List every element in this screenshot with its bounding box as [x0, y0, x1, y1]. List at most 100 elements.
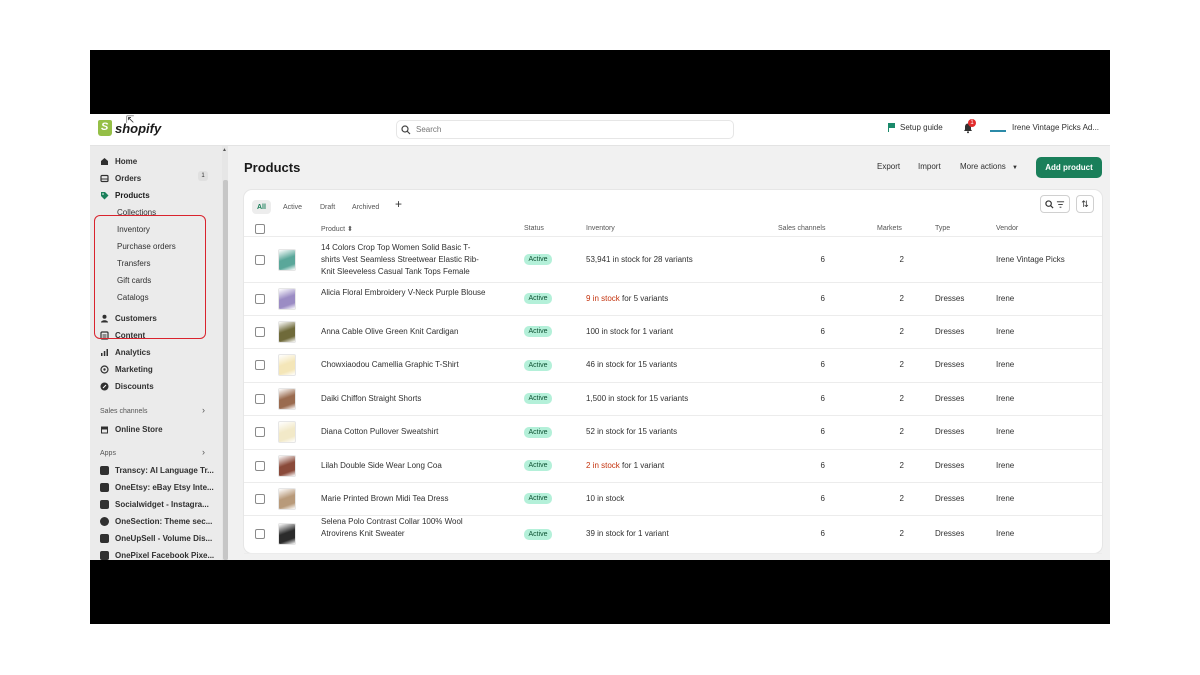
store-icon: [101, 426, 108, 433]
row-checkbox[interactable]: [255, 427, 265, 437]
row-checkbox[interactable]: [255, 529, 265, 539]
import-button[interactable]: Import: [918, 162, 941, 171]
sidebar-item-orders[interactable]: Orders: [100, 171, 141, 185]
product-thumbnail[interactable]: [278, 523, 296, 545]
product-vendor: Irene: [996, 293, 1015, 303]
add-view-icon[interactable]: +: [395, 197, 402, 211]
inventory-text: 39 in stock for 1 variant: [586, 529, 669, 538]
row-checkbox[interactable]: [255, 254, 265, 265]
product-name[interactable]: Alicia Floral Embroidery V-Neck Purple B…: [321, 287, 486, 299]
store-name: Irene Vintage Picks Ad...: [1012, 122, 1100, 132]
row-checkbox[interactable]: [255, 360, 265, 370]
row-checkbox[interactable]: [255, 460, 265, 471]
sidebar-item-marketing[interactable]: Marketing: [100, 362, 153, 376]
app-label: Socialwidget - Instagra...: [115, 499, 209, 509]
sidebar-item-products[interactable]: Products: [100, 188, 150, 202]
chevron-right-icon[interactable]: ›: [202, 405, 205, 415]
row-checkbox[interactable]: [255, 393, 265, 404]
tab-draft[interactable]: Draft: [315, 200, 340, 214]
inventory-text: 46 in stock for 15 variants: [586, 360, 678, 369]
sidebar-app-item[interactable]: OneSection: Theme sec...: [100, 514, 212, 528]
select-all-checkbox[interactable]: [255, 224, 265, 234]
search-bar[interactable]: [396, 120, 734, 139]
column-header-markets: Markets: [877, 225, 902, 232]
scroll-up-arrow-icon[interactable]: ▲: [222, 147, 227, 153]
sidebar-item-label: Online Store: [115, 424, 163, 434]
sidebar-app-item[interactable]: OnePixel Facebook Pixe...: [100, 548, 214, 560]
tab-archived[interactable]: Archived: [347, 200, 384, 214]
sidebar-item-discounts[interactable]: Discounts: [100, 379, 154, 393]
product-name[interactable]: Diana Cotton Pullover Sweatshirt: [321, 426, 486, 438]
sidebar-item-label: Analytics: [115, 347, 151, 357]
product-thumbnail[interactable]: [278, 320, 296, 343]
shopify-bag-icon: [98, 120, 112, 136]
row-checkbox[interactable]: [255, 293, 265, 304]
sidebar-item-online-store[interactable]: Online Store: [100, 422, 163, 436]
tab-active[interactable]: Active: [278, 200, 307, 214]
product-thumbnail[interactable]: [278, 454, 296, 477]
app-icon: [100, 482, 109, 492]
sidebar-item-analytics[interactable]: Analytics: [100, 345, 151, 359]
row-checkbox[interactable]: [255, 493, 265, 504]
product-thumbnail[interactable]: [278, 387, 296, 410]
product-name[interactable]: Lilah Double Side Wear Long Coa: [321, 460, 486, 472]
add-product-button[interactable]: Add product: [1036, 157, 1102, 178]
product-name[interactable]: Anna Cable Olive Green Knit Cardigan: [321, 326, 486, 338]
product-thumbnail[interactable]: [278, 487, 296, 510]
column-header-product[interactable]: Product ⬍: [321, 225, 353, 233]
product-name[interactable]: Daiki Chiffon Straight Shorts: [321, 393, 486, 405]
product-type: Dresses: [935, 427, 965, 436]
export-button[interactable]: Export: [877, 162, 900, 171]
product-thumbnail[interactable]: [278, 248, 296, 271]
store-menu[interactable]: Irene Vintage Picks Ad...: [990, 122, 1099, 132]
product-name[interactable]: Chowxiaodou Camellia Graphic T-Shirt: [321, 359, 486, 371]
sidebar-item-home[interactable]: Home: [100, 154, 137, 168]
product-type: Dresses: [935, 529, 965, 538]
inventory-cell: 46 in stock for 15 variants: [586, 360, 677, 369]
product-vendor: Irene: [996, 493, 1015, 503]
search-filter-button[interactable]: [1040, 195, 1070, 213]
sidebar-app-item[interactable]: Transcy: AI Language Tr...: [100, 463, 214, 477]
product-vendor: Irene: [996, 360, 1015, 369]
tab-all[interactable]: All: [252, 200, 271, 214]
inventory-cell: 10 in stock: [586, 494, 624, 503]
sidebar-app-item[interactable]: OneEtsy: eBay Etsy Inte...: [100, 480, 214, 494]
product-vendor: Irene: [996, 529, 1015, 538]
sort-button[interactable]: ⇅: [1076, 195, 1094, 213]
sort-icon: ⇅: [1081, 198, 1089, 209]
inventory-text: for 5 variants: [619, 293, 669, 303]
markets-count: 2: [899, 326, 904, 336]
inventory-text: 10 in stock: [586, 493, 625, 503]
sidebar-app-item[interactable]: Socialwidget - Instagra...: [100, 497, 209, 511]
row-checkbox[interactable]: [255, 326, 265, 337]
status-badge: Active: [524, 293, 552, 304]
page-title: Products: [244, 160, 301, 175]
sales-channels-count: 6: [820, 293, 825, 303]
product-type: Dresses: [935, 293, 965, 303]
search-icon: [401, 124, 411, 134]
tag-icon: [101, 191, 109, 199]
inventory-text: 100 in stock for 1 variant: [586, 326, 674, 336]
brand-name: shopify: [115, 120, 162, 136]
product-name[interactable]: 14 Colors Crop Top Women Solid Basic T-s…: [321, 242, 486, 278]
filter-icon: [1056, 200, 1065, 208]
sidebar-app-item[interactable]: OneUpSell - Volume Dis...: [100, 531, 212, 545]
apps-heading: Apps: [100, 450, 116, 457]
product-name[interactable]: Selena Polo Contrast Collar 100% Wool At…: [321, 516, 486, 540]
product-thumbnail[interactable]: [278, 287, 296, 310]
target-icon: [100, 364, 109, 374]
product-thumbnail[interactable]: [278, 354, 296, 376]
column-header-sales-channels: Sales channels: [778, 225, 826, 232]
status-badge: Active: [524, 426, 552, 438]
product-thumbnail[interactable]: [278, 421, 296, 443]
sidebar-scrollbar-thumb[interactable]: [223, 180, 228, 560]
chevron-right-icon[interactable]: ›: [202, 447, 205, 457]
notification-badge: 1: [968, 119, 976, 127]
setup-guide-button[interactable]: Setup guide: [888, 123, 943, 132]
status-badge: Active: [524, 359, 552, 371]
home-icon: [101, 157, 108, 165]
more-actions-button[interactable]: More actions ▼: [960, 162, 1018, 171]
more-actions-label: More actions: [960, 162, 1006, 171]
search-input[interactable]: [416, 125, 716, 134]
product-name[interactable]: Marie Printed Brown Midi Tea Dress: [321, 493, 486, 505]
